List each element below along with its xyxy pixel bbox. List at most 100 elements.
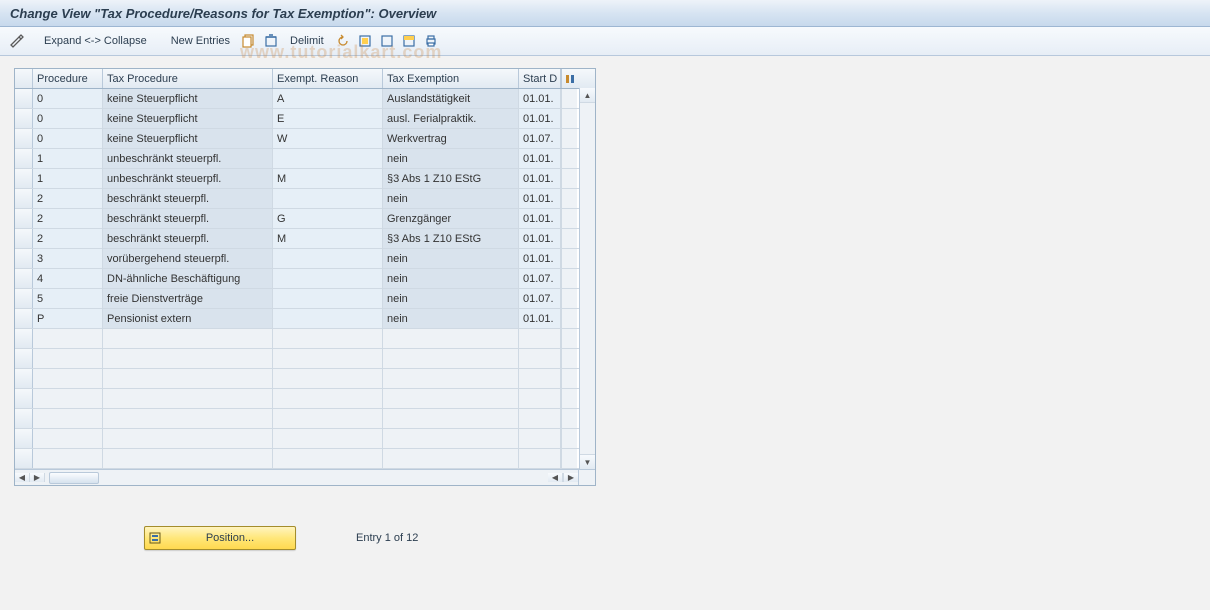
row-selector[interactable]: [15, 169, 33, 188]
cell[interactable]: 01.01.: [519, 169, 561, 188]
cell[interactable]: 0: [33, 129, 103, 148]
scroll-left-end-icon[interactable]: ◀: [548, 473, 563, 482]
vertical-scrollbar[interactable]: ▲ ▼: [579, 88, 595, 469]
cell-empty[interactable]: [103, 369, 273, 388]
horizontal-scrollbar[interactable]: ◀ ▶ ◀ ▶: [15, 469, 595, 485]
cell-empty[interactable]: [273, 389, 383, 408]
cell-empty[interactable]: [273, 329, 383, 348]
cell-empty[interactable]: [103, 389, 273, 408]
cell-empty[interactable]: [103, 429, 273, 448]
cell-empty[interactable]: [33, 389, 103, 408]
cell[interactable]: 2: [33, 209, 103, 228]
col-tax-procedure[interactable]: Tax Procedure: [103, 69, 273, 88]
cell-empty[interactable]: [383, 449, 519, 468]
copy-icon[interactable]: [240, 32, 258, 50]
cell[interactable]: 2: [33, 229, 103, 248]
position-button[interactable]: Position...: [144, 526, 296, 550]
row-selector[interactable]: [15, 349, 33, 368]
cell-empty[interactable]: [383, 349, 519, 368]
cell-empty[interactable]: [33, 409, 103, 428]
row-selector[interactable]: [15, 409, 33, 428]
new-entries-button[interactable]: New Entries: [165, 35, 236, 47]
cell[interactable]: 4: [33, 269, 103, 288]
cell[interactable]: [273, 309, 383, 328]
cell-empty[interactable]: [519, 449, 561, 468]
cell[interactable]: 01.07.: [519, 289, 561, 308]
hscroll-thumb[interactable]: [49, 472, 99, 484]
cell-empty[interactable]: [519, 349, 561, 368]
cell[interactable]: 0: [33, 109, 103, 128]
deselect-all-icon[interactable]: [378, 32, 396, 50]
cell[interactable]: 01.01.: [519, 229, 561, 248]
cell[interactable]: 01.07.: [519, 269, 561, 288]
cell-empty[interactable]: [519, 409, 561, 428]
cell[interactable]: 01.01.: [519, 309, 561, 328]
col-exempt-reason[interactable]: Exempt. Reason: [273, 69, 383, 88]
cell-empty[interactable]: [519, 369, 561, 388]
cell-empty[interactable]: [33, 349, 103, 368]
cell[interactable]: 5: [33, 289, 103, 308]
cell[interactable]: 1: [33, 169, 103, 188]
cell[interactable]: [273, 269, 383, 288]
row-selector[interactable]: [15, 309, 33, 328]
cell-empty[interactable]: [383, 329, 519, 348]
select-block-icon[interactable]: [400, 32, 418, 50]
cell-empty[interactable]: [33, 449, 103, 468]
cell[interactable]: [273, 189, 383, 208]
cell-empty[interactable]: [383, 389, 519, 408]
cell[interactable]: 1: [33, 149, 103, 168]
row-selector[interactable]: [15, 149, 33, 168]
cell[interactable]: W: [273, 129, 383, 148]
cell[interactable]: [273, 289, 383, 308]
print-icon[interactable]: [422, 32, 440, 50]
cell-empty[interactable]: [273, 409, 383, 428]
row-selector[interactable]: [15, 249, 33, 268]
row-selector[interactable]: [15, 429, 33, 448]
cell-empty[interactable]: [33, 329, 103, 348]
cell[interactable]: P: [33, 309, 103, 328]
row-selector[interactable]: [15, 109, 33, 128]
cell-empty[interactable]: [273, 349, 383, 368]
cell-empty[interactable]: [103, 409, 273, 428]
row-selector[interactable]: [15, 189, 33, 208]
select-all-icon[interactable]: [356, 32, 374, 50]
cell[interactable]: [273, 249, 383, 268]
cell-empty[interactable]: [33, 429, 103, 448]
row-selector[interactable]: [15, 209, 33, 228]
col-procedure[interactable]: Procedure: [33, 69, 103, 88]
row-selector[interactable]: [15, 269, 33, 288]
cell[interactable]: [273, 149, 383, 168]
delete-icon[interactable]: [262, 32, 280, 50]
scroll-down-icon[interactable]: ▼: [580, 454, 595, 469]
cell[interactable]: 01.01.: [519, 89, 561, 108]
cell[interactable]: 01.01.: [519, 149, 561, 168]
toggle-display-icon[interactable]: [8, 32, 26, 50]
col-start-date[interactable]: Start D: [519, 69, 561, 88]
cell[interactable]: 01.07.: [519, 129, 561, 148]
cell[interactable]: 01.01.: [519, 109, 561, 128]
row-selector[interactable]: [15, 329, 33, 348]
cell-empty[interactable]: [103, 329, 273, 348]
row-selector[interactable]: [15, 289, 33, 308]
cell[interactable]: G: [273, 209, 383, 228]
cell-empty[interactable]: [33, 369, 103, 388]
scroll-left-icon[interactable]: ◀: [15, 473, 30, 482]
row-selector[interactable]: [15, 389, 33, 408]
column-settings-icon[interactable]: [561, 69, 577, 88]
delimit-button[interactable]: Delimit: [284, 35, 330, 47]
row-selector[interactable]: [15, 229, 33, 248]
cell[interactable]: M: [273, 229, 383, 248]
cell[interactable]: A: [273, 89, 383, 108]
cell-empty[interactable]: [273, 449, 383, 468]
undo-icon[interactable]: [334, 32, 352, 50]
cell-empty[interactable]: [383, 429, 519, 448]
cell-empty[interactable]: [519, 389, 561, 408]
scroll-right-inner-icon[interactable]: ▶: [30, 473, 45, 482]
scroll-up-icon[interactable]: ▲: [580, 88, 595, 103]
row-selector[interactable]: [15, 129, 33, 148]
cell-empty[interactable]: [103, 449, 273, 468]
cell-empty[interactable]: [383, 369, 519, 388]
col-tax-exemption[interactable]: Tax Exemption: [383, 69, 519, 88]
cell[interactable]: E: [273, 109, 383, 128]
row-selector[interactable]: [15, 449, 33, 468]
